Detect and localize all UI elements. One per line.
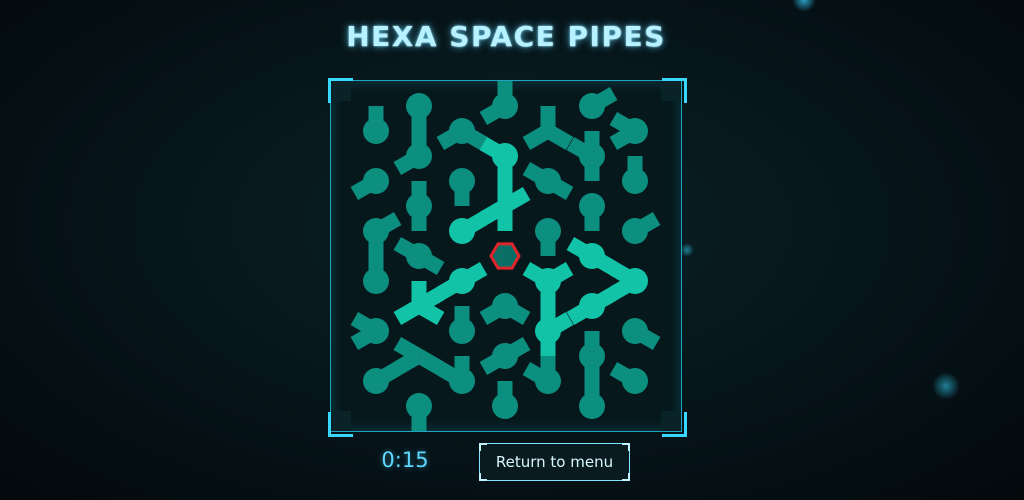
- pipe-node[interactable]: [622, 168, 648, 194]
- space-glow: [792, 0, 816, 12]
- button-corner: [479, 473, 487, 481]
- pipe-node[interactable]: [406, 243, 432, 269]
- pipe-node[interactable]: [406, 93, 432, 119]
- pipe-segment[interactable]: [415, 349, 445, 375]
- pipe-node[interactable]: [492, 93, 518, 119]
- pipe-node[interactable]: [622, 218, 648, 244]
- button-corner: [622, 443, 630, 451]
- pipe-node[interactable]: [492, 343, 518, 369]
- pipe-node[interactable]: [535, 368, 561, 394]
- pipe-node[interactable]: [363, 318, 389, 344]
- space-glow: [932, 372, 960, 400]
- pipe-node[interactable]: [535, 168, 561, 194]
- pipe-grid: [350, 81, 661, 431]
- return-to-menu-label: Return to menu: [495, 453, 614, 471]
- pipe-node[interactable]: [492, 293, 518, 319]
- pipe-node[interactable]: [449, 368, 475, 394]
- space-glow: [680, 243, 694, 257]
- pipe-node[interactable]: [449, 218, 475, 244]
- pipe-node[interactable]: [579, 343, 605, 369]
- pipe-node[interactable]: [579, 243, 605, 269]
- pipe-node[interactable]: [363, 368, 389, 394]
- pipe-node[interactable]: [406, 193, 432, 219]
- pipe-node[interactable]: [449, 318, 475, 344]
- button-corner: [622, 473, 630, 481]
- pipe-node[interactable]: [535, 218, 561, 244]
- timer: 0:15: [381, 448, 429, 472]
- hexagon-source-icon: [489, 242, 521, 270]
- pipe-segment[interactable]: [544, 124, 574, 150]
- pipe-node[interactable]: [579, 393, 605, 419]
- pipe-node[interactable]: [622, 268, 648, 294]
- pipe-node[interactable]: [449, 168, 475, 194]
- pipe-node[interactable]: [579, 143, 605, 169]
- return-to-menu-button[interactable]: Return to menu: [479, 443, 630, 481]
- pipe-node[interactable]: [622, 368, 648, 394]
- button-corner: [479, 443, 487, 451]
- pipe-node[interactable]: [579, 93, 605, 119]
- game-title: HEXA SPACE PIPES: [346, 20, 666, 53]
- pipe-node[interactable]: [492, 393, 518, 419]
- pipe-node[interactable]: [492, 143, 518, 169]
- pipe-node[interactable]: [579, 193, 605, 219]
- pipe-node[interactable]: [406, 393, 432, 419]
- pipe-node[interactable]: [363, 118, 389, 144]
- pipe-segment[interactable]: [415, 299, 445, 325]
- pipe-node[interactable]: [622, 318, 648, 344]
- pipe-node[interactable]: [535, 268, 561, 294]
- pipe-node[interactable]: [535, 318, 561, 344]
- pipe-node[interactable]: [363, 168, 389, 194]
- pipe-node[interactable]: [363, 218, 389, 244]
- pipe-node[interactable]: [406, 143, 432, 169]
- pipe-node[interactable]: [622, 118, 648, 144]
- pipe-node[interactable]: [449, 118, 475, 144]
- pipe-node[interactable]: [449, 268, 475, 294]
- pipe-node[interactable]: [579, 293, 605, 319]
- pipe-node[interactable]: [363, 268, 389, 294]
